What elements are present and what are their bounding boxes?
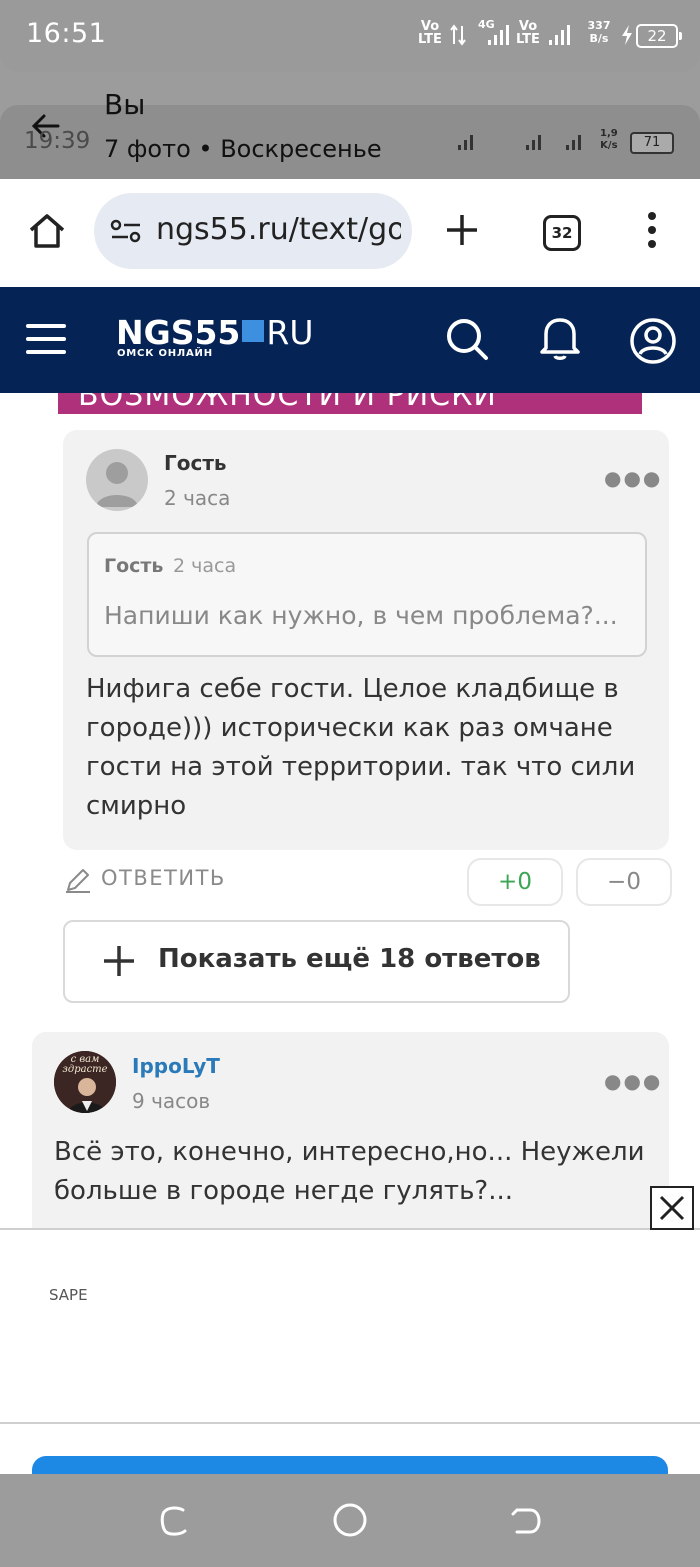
status-time: 16:51 (26, 18, 107, 49)
downvote-button[interactable]: −0 (576, 858, 672, 906)
avatar-caption: с вам здрасте (62, 1054, 108, 1075)
search-icon[interactable] (444, 316, 490, 362)
ad-container (0, 1228, 700, 1476)
logo-ru: RU (266, 313, 314, 352)
promo-banner-text: ВОЗМОЖНОСТИ И РИСКИ (78, 393, 497, 413)
logo-square (242, 320, 265, 342)
underlying-battery: 71 (630, 132, 674, 154)
ad-divider (0, 1422, 700, 1424)
logo-subtitle: ОМСК ОНЛАЙН (117, 348, 213, 359)
default-user-icon (96, 462, 138, 507)
site-settings-icon[interactable] (110, 218, 142, 244)
comment-line: смирно (86, 791, 187, 821)
site-logo[interactable]: NGS55 RU (116, 313, 314, 352)
upvote-button[interactable]: +0 (467, 858, 563, 906)
home-nav-icon[interactable] (332, 1502, 368, 1538)
tab-switcher-button[interactable]: 32 (543, 215, 581, 251)
comment-line: Нифига себе гости. Целое кладбище в (86, 674, 619, 704)
ad-label: SAPE (49, 1286, 88, 1304)
back-nav-icon[interactable] (508, 1504, 542, 1538)
underlying-speed-value: 1,9 (600, 128, 618, 139)
reply-button[interactable]: ОТВЕТИТЬ (101, 866, 226, 890)
plus-icon (104, 946, 134, 976)
underlying-title: Вы (104, 88, 146, 121)
comment-time: 9 часов (132, 1089, 211, 1113)
pencil-icon[interactable] (64, 866, 92, 894)
comment-line: Всё это, конечно, интересно,но... Неужел… (54, 1137, 645, 1167)
hamburger-menu-icon[interactable] (26, 322, 68, 356)
separator-dot: • (198, 135, 221, 163)
underlying-signal-icons (458, 135, 581, 150)
show-more-label: Показать ещё 18 ответов (158, 944, 541, 974)
comment-line: городе))) исторически как раз омчане (86, 713, 613, 743)
avatar[interactable]: с вам здрасте (54, 1051, 116, 1113)
comment-text: Нифига себе гости. Целое кладбище в горо… (86, 670, 635, 826)
volte-indicator-1: Vo LTE (418, 19, 442, 47)
photo-count: 7 фото (104, 135, 191, 163)
battery-indicator: 22 (636, 24, 682, 48)
4g-indicator: 4G (478, 18, 495, 31)
comment-line: больше в городе негде гулять?... (54, 1176, 513, 1206)
comment-menu-icon[interactable]: ●●● (604, 466, 662, 490)
bell-icon[interactable] (538, 314, 582, 362)
underlying-subtitle: 7 фото • Воскресенье (104, 135, 382, 163)
site-header (0, 287, 700, 393)
net-speed-value: 337 (587, 19, 611, 32)
url-text[interactable]: ngs55.ru/text/go (156, 212, 401, 247)
close-icon (659, 1195, 685, 1221)
volte-indicator-2: Vo LTE (516, 19, 540, 47)
charging-icon (622, 25, 632, 45)
quoted-author: Гость (104, 555, 164, 577)
user-account-icon[interactable] (628, 316, 678, 366)
logo-main: NGS55 (116, 313, 241, 352)
comment-menu-icon[interactable]: ●●● (604, 1069, 662, 1093)
quoted-comment[interactable] (87, 532, 647, 657)
comment-line: гости на этой территории. так что сили (86, 752, 636, 782)
comment-text: Всё это, конечно, интересно,но... Неужел… (54, 1133, 644, 1211)
more-menu-icon[interactable] (644, 210, 660, 250)
comment-author[interactable]: IppoLyT (132, 1054, 220, 1078)
new-tab-icon[interactable] (444, 212, 480, 248)
underlying-time: 19:39 (24, 128, 91, 154)
recent-apps-icon[interactable] (158, 1504, 192, 1538)
comment-time: 2 часа (164, 486, 231, 510)
quoted-text: Напиши как нужно, в чем проблема?... (104, 601, 618, 630)
close-ad-button[interactable] (650, 1186, 694, 1230)
comment-author[interactable]: Гость (164, 451, 227, 475)
signal-icon-2 (549, 25, 570, 45)
photo-day: Воскресенье (220, 135, 382, 163)
underlying-speed-unit: K/s (600, 140, 618, 151)
promo-banner[interactable]: ВОЗМОЖНОСТИ И РИСКИ (58, 393, 642, 414)
quoted-time: 2 часа (173, 555, 237, 577)
home-icon[interactable] (26, 210, 68, 252)
avatar[interactable] (86, 449, 148, 511)
net-speed-unit: B/s (589, 32, 609, 45)
